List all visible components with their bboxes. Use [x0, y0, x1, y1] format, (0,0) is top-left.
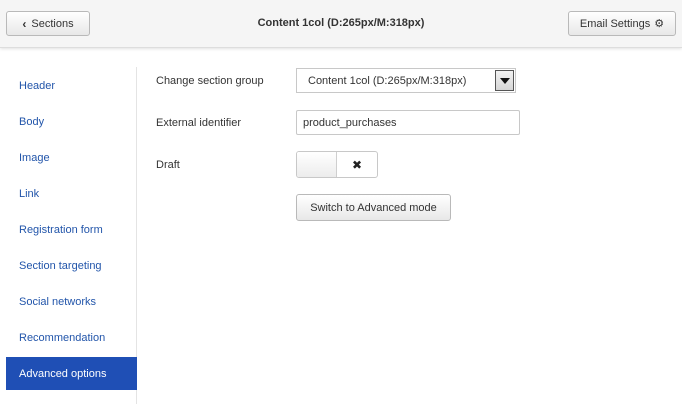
close-icon: ✖ — [351, 157, 363, 172]
gear-icon: ⚙ — [654, 18, 665, 30]
dropdown-arrow-icon[interactable] — [495, 70, 514, 91]
external-identifier-label: External identifier — [156, 117, 241, 129]
sidebar-item-registration-form[interactable]: Registration form — [6, 213, 137, 246]
sidebar-item-recommendation[interactable]: Recommendation — [6, 321, 137, 354]
sidebar: Header Body Image Link Registration form… — [0, 67, 137, 404]
email-settings-label: Email Settings — [579, 17, 651, 30]
section-group-select[interactable]: Content 1col (D:265px/M:318px) — [296, 68, 516, 93]
switch-advanced-mode-button[interactable]: Switch to Advanced mode — [296, 194, 451, 221]
email-settings-button[interactable]: Email Settings ⚙ — [568, 11, 676, 36]
section-group-value: Content 1col (D:265px/M:318px) — [308, 75, 467, 87]
sidebar-item-header[interactable]: Header — [6, 69, 137, 102]
section-group-label: Change section group — [156, 75, 264, 87]
sidebar-item-image[interactable]: Image — [6, 141, 137, 174]
sidebar-item-section-targeting[interactable]: Section targeting — [6, 249, 137, 282]
sidebar-item-body[interactable]: Body — [6, 105, 137, 138]
toggle-knob — [297, 152, 337, 177]
sidebar-item-link[interactable]: Link — [6, 177, 137, 210]
draft-toggle[interactable]: ✖ — [296, 151, 378, 178]
external-identifier-input[interactable] — [296, 110, 520, 135]
sidebar-item-social-networks[interactable]: Social networks — [6, 285, 137, 318]
draft-label: Draft — [156, 159, 180, 171]
top-bar: ‹ Sections Content 1col (D:265px/M:318px… — [0, 0, 682, 48]
sidebar-item-advanced-options[interactable]: Advanced options — [6, 357, 137, 390]
